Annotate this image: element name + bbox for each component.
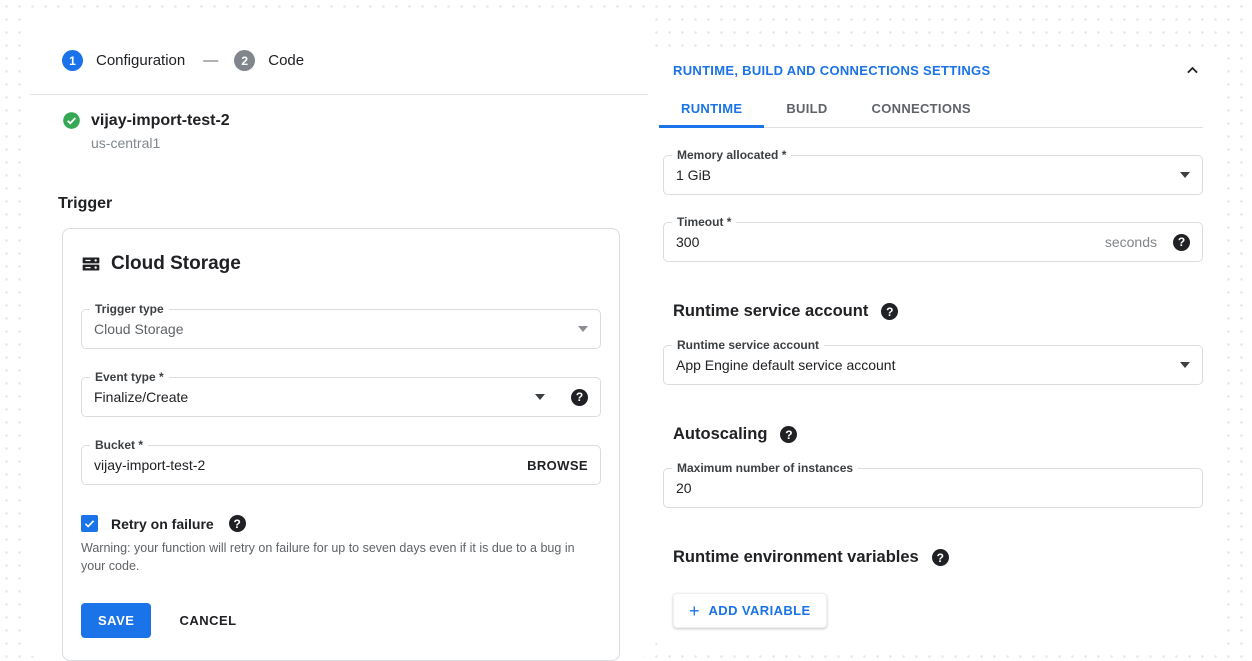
max-instances-input[interactable] (676, 480, 1190, 496)
wizard-stepper: 1 Configuration — 2 Code (62, 50, 648, 71)
timeout-unit: seconds (1105, 234, 1157, 250)
max-instances-field: Maximum number of instances (663, 468, 1203, 508)
browse-button[interactable]: BROWSE (527, 458, 588, 473)
timeout-input[interactable] (676, 234, 1105, 250)
add-variable-button[interactable]: + ADD VARIABLE (673, 593, 827, 628)
cancel-button[interactable]: CANCEL (179, 613, 236, 628)
step-1-badge[interactable]: 1 (62, 50, 83, 71)
timeout-help-icon[interactable]: ? (1173, 234, 1190, 251)
chevron-down-icon (1180, 362, 1190, 368)
bucket-label: Bucket * (90, 438, 148, 452)
settings-panel: RUNTIME, BUILD AND CONNECTIONS SETTINGS … (655, 48, 1223, 646)
step-2-label[interactable]: Code (268, 52, 304, 69)
trigger-type-label: Trigger type (90, 302, 169, 316)
function-name: vijay-import-test-2 (91, 112, 230, 130)
chevron-down-icon (578, 326, 588, 332)
tab-runtime[interactable]: RUNTIME (659, 92, 764, 127)
timeout-label: Timeout * (672, 215, 736, 229)
service-account-help-icon[interactable]: ? (881, 303, 898, 320)
chevron-down-icon (535, 394, 545, 400)
runtime-service-account-label: Runtime service account (672, 338, 824, 352)
chevron-up-icon[interactable] (1184, 62, 1201, 79)
retry-help-icon[interactable]: ? (229, 515, 246, 532)
tab-connections[interactable]: CONNECTIONS (850, 92, 993, 127)
event-type-label: Event type * (90, 370, 169, 384)
bucket-field: Bucket * BROWSE (81, 445, 601, 485)
trigger-type-value: Cloud Storage (94, 321, 578, 337)
cloud-storage-bucket-icon (81, 254, 101, 274)
configuration-panel: 1 Configuration — 2 Code vijay-import-te… (30, 8, 648, 658)
step-separator: — (203, 52, 218, 69)
add-variable-label: ADD VARIABLE (709, 603, 811, 618)
autoscaling-heading: Autoscaling (673, 425, 767, 444)
check-circle-icon (62, 111, 81, 130)
max-instances-label: Maximum number of instances (672, 461, 858, 475)
retry-label: Retry on failure (111, 516, 214, 532)
trigger-section-title: Trigger (58, 195, 648, 213)
memory-allocated-value: 1 GiB (676, 167, 1180, 183)
env-variables-help-icon[interactable]: ? (932, 549, 949, 566)
retry-warning-text: Warning: your function will retry on fai… (81, 539, 601, 575)
autoscaling-help-icon[interactable]: ? (780, 426, 797, 443)
runtime-service-account-select[interactable]: Runtime service account App Engine defau… (663, 345, 1203, 385)
memory-allocated-select[interactable]: Memory allocated * 1 GiB (663, 155, 1203, 195)
trigger-card: Cloud Storage Trigger type Cloud Storage… (62, 228, 620, 661)
step-1-label[interactable]: Configuration (96, 52, 185, 69)
runtime-service-account-value: App Engine default service account (676, 357, 1180, 373)
bucket-input[interactable] (94, 457, 527, 473)
trigger-type-select[interactable]: Trigger type Cloud Storage (81, 309, 601, 349)
step-2-badge[interactable]: 2 (234, 50, 255, 71)
retry-checkbox[interactable] (81, 515, 98, 532)
tab-build[interactable]: BUILD (764, 92, 849, 127)
event-type-help-icon[interactable]: ? (571, 389, 588, 406)
settings-section-toggle[interactable]: RUNTIME, BUILD AND CONNECTIONS SETTINGS (673, 63, 990, 78)
stepper-divider (30, 94, 648, 95)
event-type-value: Finalize/Create (94, 389, 535, 405)
chevron-down-icon (1180, 172, 1190, 178)
env-variables-heading: Runtime environment variables (673, 548, 919, 567)
memory-allocated-label: Memory allocated * (672, 148, 791, 162)
runtime-service-account-heading: Runtime service account (673, 302, 868, 321)
trigger-card-title: Cloud Storage (111, 253, 241, 275)
timeout-field: Timeout * seconds ? (663, 222, 1203, 262)
plus-icon: + (689, 604, 700, 618)
save-button[interactable]: SAVE (81, 603, 151, 638)
settings-tabs: RUNTIME BUILD CONNECTIONS (659, 92, 1203, 128)
event-type-select[interactable]: Event type * Finalize/Create ? (81, 377, 601, 417)
function-region: us-central1 (91, 135, 648, 151)
